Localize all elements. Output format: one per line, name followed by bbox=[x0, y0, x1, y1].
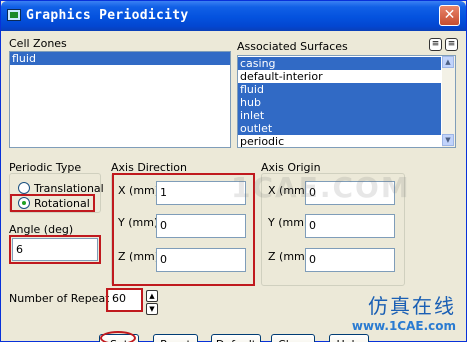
list-item[interactable]: fluid bbox=[238, 83, 441, 96]
title-bar[interactable]: Graphics Periodicity ✕ bbox=[1, 1, 466, 31]
window-title: Graphics Periodicity bbox=[26, 8, 189, 23]
watermark-url-text: www.1CAE.com bbox=[351, 319, 456, 333]
scroll-up-arrow-icon[interactable]: ▲ bbox=[442, 56, 454, 68]
fluent-app-icon bbox=[7, 9, 21, 21]
list-item[interactable]: hub bbox=[238, 96, 441, 109]
list-item[interactable]: fluid bbox=[10, 52, 230, 65]
axis-origin-y-label: Y (mm) bbox=[268, 216, 309, 229]
angle-highlight bbox=[9, 235, 101, 264]
surfaces-scrollbar[interactable]: ▲ ▼ bbox=[442, 56, 455, 147]
close-button[interactable]: Close bbox=[271, 334, 315, 342]
translational-radio[interactable] bbox=[18, 182, 30, 194]
close-window-button[interactable]: ✕ bbox=[439, 5, 460, 26]
deselect-all-button[interactable]: ≡ bbox=[445, 38, 458, 51]
associated-surfaces-label: Associated Surfaces bbox=[237, 40, 348, 53]
default-button[interactable]: Default bbox=[211, 334, 261, 342]
list-item[interactable]: default-interior bbox=[238, 70, 441, 83]
reset-button[interactable]: Reset bbox=[153, 334, 198, 342]
list-item[interactable]: casing bbox=[238, 57, 441, 70]
cell-zones-list[interactable]: fluid bbox=[9, 51, 231, 148]
dialog-window: Graphics Periodicity ✕ Cell Zones fluid … bbox=[0, 0, 467, 342]
spin-up-arrow-icon[interactable]: ▲ bbox=[146, 290, 158, 302]
axis-origin-z-input[interactable]: 0 bbox=[305, 248, 395, 272]
watermark-chinese-text: 仿真在线 bbox=[368, 294, 456, 318]
cell-zones-label: Cell Zones bbox=[9, 37, 67, 50]
repeats-highlight bbox=[106, 288, 143, 312]
list-item[interactable]: inlet bbox=[238, 109, 441, 122]
list-item[interactable]: periodic bbox=[238, 135, 441, 148]
set-highlight bbox=[100, 331, 136, 342]
number-of-repeats-label: Number of Repeats bbox=[9, 292, 116, 305]
center-watermark: 1CAE.COM bbox=[231, 171, 411, 204]
help-button[interactable]: Help bbox=[329, 334, 369, 342]
axis-origin-y-input[interactable]: 0 bbox=[305, 214, 395, 238]
rotational-highlight bbox=[10, 194, 95, 212]
scroll-down-arrow-icon[interactable]: ▼ bbox=[442, 134, 454, 146]
site-watermark: 仿真在线 www.1CAE.com bbox=[352, 290, 456, 333]
list-item[interactable]: outlet bbox=[238, 122, 441, 135]
select-all-button[interactable]: ≡ bbox=[429, 38, 442, 51]
axis-origin-z-label: Z (mm) bbox=[268, 250, 310, 263]
spin-down-arrow-icon[interactable]: ▼ bbox=[146, 303, 158, 315]
associated-surfaces-list[interactable]: casing default-interior fluid hub inlet … bbox=[237, 55, 456, 148]
